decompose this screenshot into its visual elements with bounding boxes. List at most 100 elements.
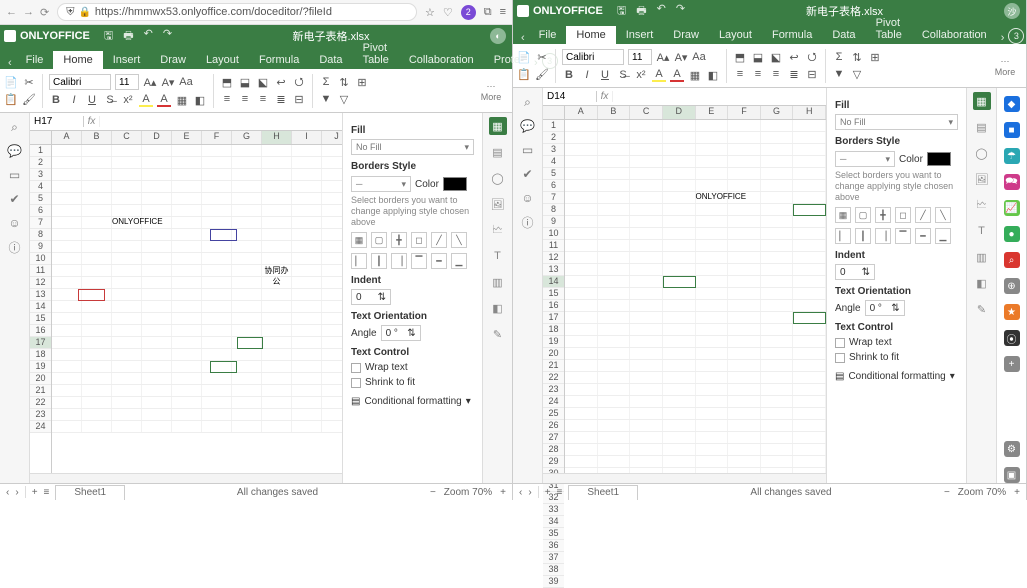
cell[interactable]	[630, 396, 663, 407]
cell[interactable]	[142, 277, 172, 288]
cell[interactable]	[112, 421, 142, 432]
case-icon[interactable]: Aa	[179, 75, 193, 89]
cell[interactable]	[761, 324, 794, 335]
cell[interactable]	[565, 276, 598, 287]
tab-collab[interactable]: Collaboration	[399, 51, 484, 69]
row-header[interactable]: 1	[30, 145, 51, 157]
align-center-icon[interactable]: ≡	[238, 92, 252, 106]
cell[interactable]	[565, 132, 598, 143]
print-icon[interactable]: 🖶	[636, 2, 646, 21]
sheet-next-icon[interactable]: ›	[528, 487, 531, 498]
col-header[interactable]: B	[82, 131, 112, 144]
chevron-down-icon[interactable]: ▾	[950, 371, 955, 382]
cell[interactable]	[565, 300, 598, 311]
cell[interactable]	[696, 384, 729, 395]
cell[interactable]	[598, 468, 631, 473]
col-header[interactable]: F	[728, 106, 761, 119]
cell[interactable]	[172, 385, 202, 396]
cell[interactable]	[630, 168, 663, 179]
row-header[interactable]: 19	[30, 361, 51, 373]
notif-badge[interactable]: 2	[461, 5, 476, 20]
cell[interactable]	[793, 120, 826, 131]
row-header[interactable]: 17	[543, 312, 564, 324]
cell[interactable]	[322, 253, 342, 264]
super-icon[interactable]: x²	[634, 68, 648, 82]
cell[interactable]	[322, 229, 342, 240]
cell[interactable]	[696, 144, 729, 155]
cell[interactable]	[322, 397, 342, 408]
table-settings-icon[interactable]: ▤	[973, 118, 991, 136]
tab-scroll-left-icon[interactable]: ‹	[517, 32, 529, 44]
cell[interactable]	[142, 265, 172, 276]
cell[interactable]	[142, 289, 172, 300]
cell[interactable]	[598, 300, 631, 311]
cell[interactable]	[696, 312, 729, 323]
cell[interactable]	[696, 336, 729, 347]
cell[interactable]	[262, 301, 292, 312]
filter-icon[interactable]: ▼	[319, 92, 333, 106]
border-left-icon[interactable]: ▏	[835, 228, 851, 244]
hex-icon[interactable]: ♡	[443, 6, 453, 19]
cell[interactable]	[232, 301, 262, 312]
cell[interactable]	[663, 432, 696, 443]
cell[interactable]	[565, 360, 598, 371]
cell[interactable]	[82, 349, 112, 360]
col-header[interactable]: A	[565, 106, 598, 119]
cell[interactable]	[82, 361, 112, 372]
cond-fmt-label[interactable]: Conditional formatting	[848, 371, 945, 382]
cell[interactable]	[292, 313, 322, 324]
cell[interactable]	[292, 157, 322, 168]
cell[interactable]	[630, 204, 663, 215]
cell[interactable]	[761, 228, 794, 239]
rotate-icon[interactable]: ⭯	[292, 75, 306, 89]
cell[interactable]	[292, 373, 322, 384]
row-header[interactable]: 21	[543, 360, 564, 372]
ribbon-more[interactable]: ⋯More	[474, 69, 508, 113]
cell[interactable]	[598, 216, 631, 227]
cell[interactable]	[172, 421, 202, 432]
cell[interactable]	[565, 348, 598, 359]
border-top-icon[interactable]: ▔	[411, 253, 427, 269]
row-header[interactable]: 36	[543, 540, 564, 552]
cell[interactable]	[202, 145, 232, 156]
print-icon[interactable]: 🖶	[123, 27, 133, 46]
cell[interactable]	[565, 396, 598, 407]
font-name[interactable]	[49, 74, 111, 90]
cell[interactable]	[142, 193, 172, 204]
sheet-tab[interactable]: Sheet1	[55, 485, 125, 500]
row-header[interactable]: 11	[30, 265, 51, 277]
inc-font-icon[interactable]: A▴	[143, 75, 157, 89]
align-bot-icon[interactable]: ⬕	[769, 50, 783, 64]
cell[interactable]	[52, 169, 82, 180]
cell[interactable]	[262, 409, 292, 420]
cell[interactable]	[565, 336, 598, 347]
row-header[interactable]: 25	[543, 408, 564, 420]
cell[interactable]	[793, 132, 826, 143]
cell[interactable]	[232, 325, 262, 336]
wrap-icon[interactable]: ↩	[274, 75, 288, 89]
cell[interactable]	[728, 132, 761, 143]
row-header[interactable]: 23	[30, 409, 51, 421]
cell[interactable]	[112, 229, 142, 240]
cell[interactable]	[598, 288, 631, 299]
cell[interactable]	[322, 265, 342, 276]
cell[interactable]	[202, 361, 232, 372]
redo-icon[interactable]: ↷	[676, 2, 685, 21]
font-color-icon[interactable]: A	[157, 93, 171, 107]
cell[interactable]	[761, 264, 794, 275]
font-name[interactable]	[562, 49, 624, 65]
cell[interactable]	[728, 228, 761, 239]
cell[interactable]	[262, 145, 292, 156]
col-header[interactable]: D	[142, 131, 172, 144]
cell[interactable]	[630, 468, 663, 473]
spell-icon[interactable]: ✔	[7, 191, 23, 207]
cell[interactable]	[262, 157, 292, 168]
zoom-out-icon[interactable]: −	[430, 487, 436, 498]
cell[interactable]	[630, 408, 663, 419]
cell[interactable]	[565, 120, 598, 131]
col-header[interactable]: H	[793, 106, 826, 119]
cell[interactable]	[565, 180, 598, 191]
cell[interactable]	[112, 349, 142, 360]
cell[interactable]	[598, 192, 631, 203]
cell[interactable]	[696, 204, 729, 215]
